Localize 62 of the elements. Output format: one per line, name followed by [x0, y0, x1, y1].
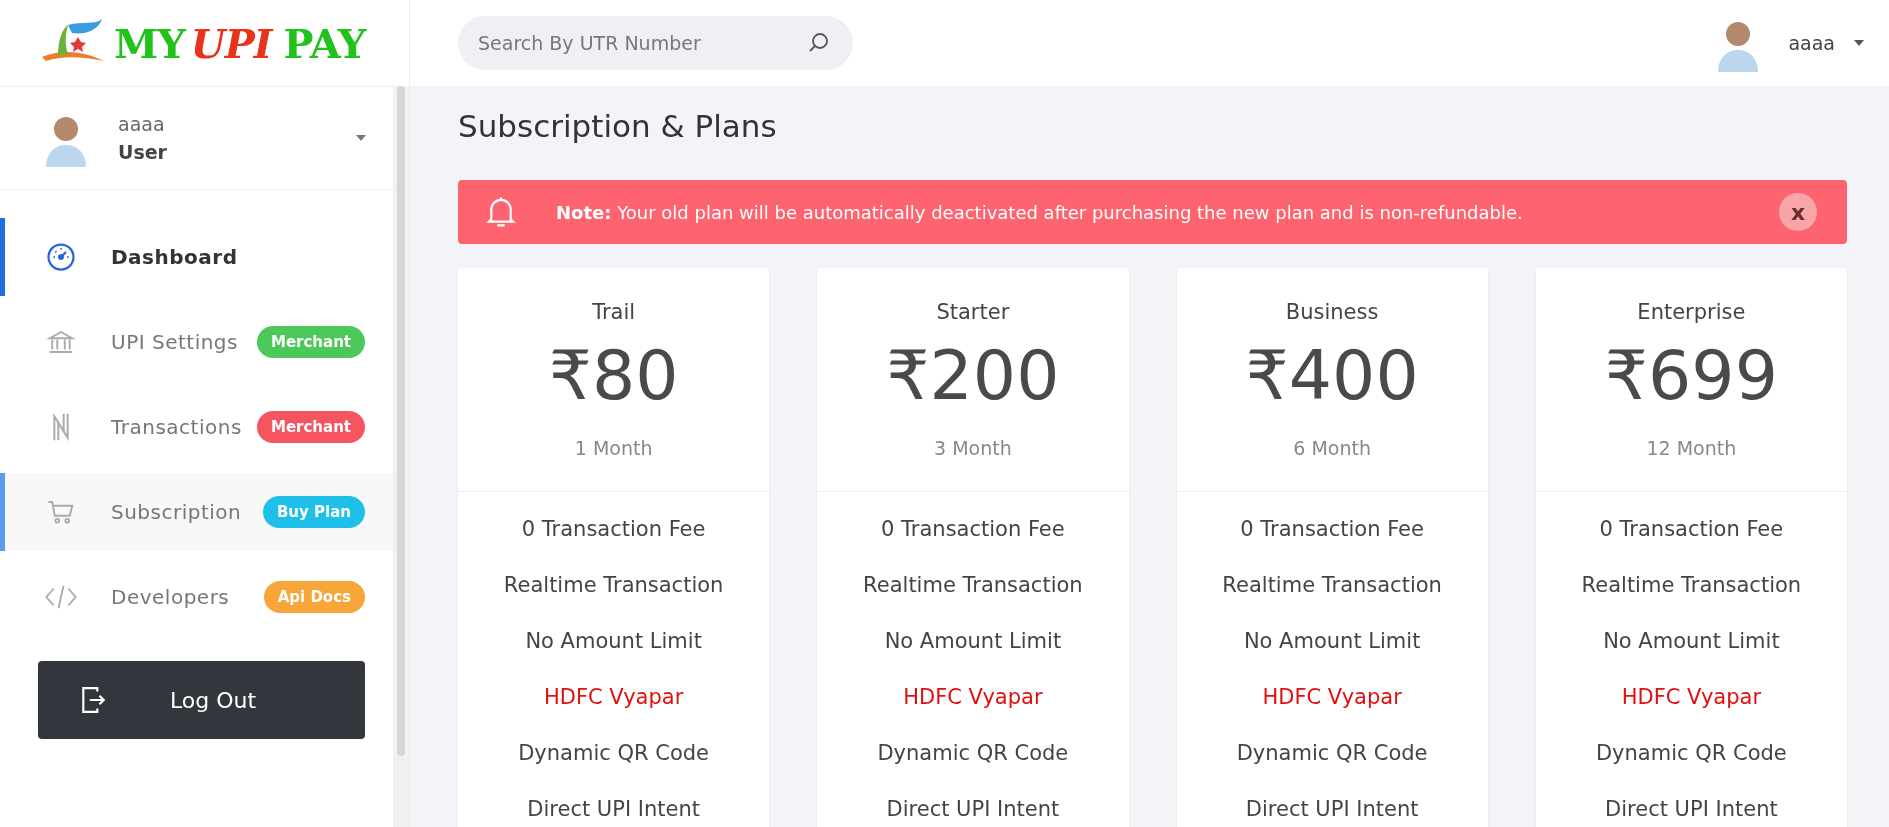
plan-name: Business	[1285, 300, 1379, 324]
caret-icon[interactable]	[1853, 39, 1865, 47]
nav-badge: Merchant	[256, 411, 365, 443]
plan-name: Trail	[592, 300, 636, 324]
plan-price: ₹400	[1245, 336, 1419, 415]
nav-badge: Buy Plan	[262, 496, 365, 528]
plan-feature: Dynamic QR Code	[518, 740, 710, 767]
gauge-icon	[46, 242, 76, 272]
logo-text: MY	[114, 19, 185, 67]
plan-feature: Realtime Transaction	[1222, 572, 1442, 599]
plan-feature: Dynamic QR Code	[1595, 740, 1787, 767]
nav-item[interactable]: Subscription Buy Plan	[0, 473, 393, 551]
plan-feature: HDFC Vyapar	[543, 684, 684, 711]
logo-text: UPI	[190, 19, 272, 67]
plan-feature: HDFC Vyapar	[1621, 684, 1762, 711]
plan-feature: 0 Transaction Fee	[1599, 516, 1784, 543]
plan-name: Enterprise	[1637, 300, 1746, 324]
nav-badge: Merchant	[256, 326, 365, 358]
plan-feature: No Amount Limit	[884, 628, 1062, 655]
plan-price: ₹80	[548, 336, 679, 415]
plan-price: ₹200	[886, 336, 1060, 415]
plan-feature: HDFC Vyapar	[903, 684, 1043, 711]
nav-item[interactable]: UPI Settings Merchant	[0, 303, 393, 381]
plan-feature: Direct UPI Intent	[527, 796, 700, 823]
plan-feature: Realtime Transaction	[863, 572, 1083, 599]
plan-period: 6 Month	[1293, 437, 1371, 459]
note-text: Note: Your old plan will be automatically deactivated after purchasing the new plan and is non-refundable.	[556, 201, 1524, 223]
plan-period: 3 Month	[934, 437, 1012, 459]
bell-icon	[486, 195, 516, 229]
plan-feature: Realtime Transaction	[1581, 572, 1802, 599]
plan-period: 12 Month	[1646, 437, 1737, 459]
plan-feature: Dynamic QR Code	[1236, 740, 1428, 767]
nav-item[interactable]: Developers Api Docs	[0, 558, 393, 636]
plan-feature: Direct UPI Intent	[1605, 796, 1778, 823]
plan-feature: HDFC Vyapar	[1262, 684, 1402, 711]
user-role: User	[118, 141, 168, 163]
plan-feature: 0 Transaction Fee	[1240, 516, 1424, 543]
plan-feature: Realtime Transaction	[503, 572, 724, 599]
caret-icon[interactable]	[355, 134, 367, 142]
plan-feature: 0 Transaction Fee	[881, 516, 1065, 543]
nav-badge: Api Docs	[263, 581, 365, 613]
plan-feature: Dynamic QR Code	[877, 740, 1069, 767]
plan-feature: No Amount Limit	[525, 628, 702, 655]
logo-text: PAY	[283, 19, 366, 67]
logout-button[interactable]: Log Out	[38, 661, 365, 739]
nav-item[interactable]: Transactions Merchant	[0, 388, 393, 466]
plan-period: 1 Month	[574, 437, 653, 459]
plan-feature: No Amount Limit	[1603, 628, 1780, 655]
page-title: Subscription & Plans	[458, 108, 778, 144]
plan-feature: Direct UPI Intent	[886, 796, 1060, 823]
user-name[interactable]: aaaa	[1788, 32, 1835, 54]
plan-price: ₹699	[1604, 336, 1778, 415]
logout-icon	[80, 686, 106, 714]
logo[interactable]: MYUPI PAY	[0, 0, 410, 86]
close-button[interactable]: x	[1779, 193, 1817, 231]
plan-feature: 0 Transaction Fee	[521, 516, 706, 543]
plan-feature: Direct UPI Intent	[1245, 796, 1419, 823]
user-name: aaaa	[118, 113, 166, 135]
plan-name: Starter	[936, 300, 1010, 324]
search-field[interactable]: Search By UTR Number	[458, 16, 853, 70]
plan-feature: No Amount Limit	[1243, 628, 1421, 655]
scrollbar[interactable]	[393, 86, 409, 827]
